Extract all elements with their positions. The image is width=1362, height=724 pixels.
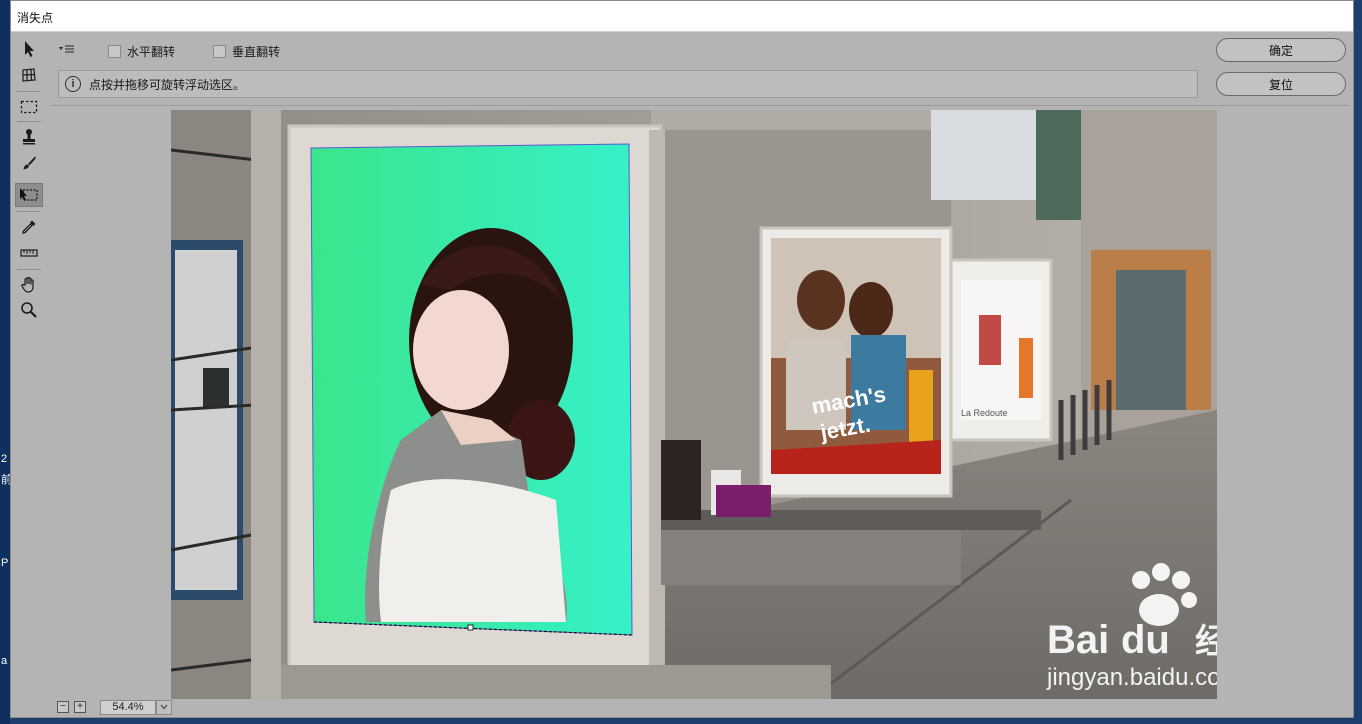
zoom-in-button[interactable]: + — [74, 701, 86, 713]
ok-button[interactable]: 确定 — [1216, 38, 1346, 62]
poster-text: La Redoute — [961, 408, 1008, 418]
eyedropper-icon — [22, 220, 36, 234]
flyout-menu-icon — [59, 45, 74, 53]
chevron-down-icon — [160, 704, 168, 710]
preview-canvas[interactable]: mach's jetzt. La Redoute Bai du 经 jingya… — [50, 105, 1350, 699]
ruler-icon — [20, 249, 38, 257]
tool-separator — [17, 211, 41, 212]
vanishing-point-dialog: 消失点 水平翻转 垂直翻转 i 点按并拖移可旋转浮动选区。 确定 复位 mach… — [10, 0, 1354, 718]
brush-tool[interactable] — [15, 151, 43, 175]
zoom-icon — [21, 302, 37, 318]
hand-tool[interactable] — [15, 273, 43, 297]
desktop-char: 2 — [1, 453, 8, 465]
flip-vertical-option[interactable]: 垂直翻转 — [213, 43, 280, 60]
preview-image[interactable]: mach's jetzt. La Redoute Bai du 经 jingya… — [171, 110, 1217, 699]
watermark-baidu-right: du — [1121, 618, 1170, 662]
marquee-tool[interactable] — [15, 95, 43, 119]
flip-horizontal-checkbox[interactable] — [108, 45, 121, 58]
zoom-level-field[interactable]: 54.4% — [100, 700, 156, 715]
watermark-url: jingyan.baidu.com — [1046, 664, 1217, 691]
edit-plane-tool[interactable] — [15, 37, 43, 61]
eyedropper-tool[interactable] — [15, 215, 43, 239]
desktop-char: a — [1, 655, 8, 667]
grid-plane-icon — [22, 68, 36, 82]
tool-separator — [17, 269, 41, 270]
info-text: 点按并拖移可旋转浮动选区。 — [89, 77, 246, 92]
flip-vertical-checkbox[interactable] — [213, 45, 226, 58]
info-bar: i 点按并拖移可旋转浮动选区。 — [58, 70, 1198, 98]
tool-separator — [17, 121, 41, 122]
stamp-icon — [23, 129, 35, 145]
stamp-tool[interactable] — [15, 125, 43, 149]
tool-panel — [11, 33, 49, 699]
marquee-icon — [20, 100, 38, 114]
measure-tool[interactable] — [15, 241, 43, 265]
zoom-tool[interactable] — [15, 298, 43, 322]
flip-horizontal-label: 水平翻转 — [127, 45, 176, 59]
transform-tool[interactable] — [15, 183, 43, 207]
bus-stop-photo: mach's jetzt. La Redoute Bai du 经 jingya… — [171, 110, 1217, 699]
window-title: 消失点 — [17, 11, 54, 25]
zoom-bar: − + 54.4% — [50, 699, 1350, 717]
options-menu-button[interactable] — [59, 43, 75, 57]
flip-vertical-label: 垂直翻转 — [232, 45, 281, 59]
brush-icon — [23, 156, 36, 170]
reset-button[interactable]: 复位 — [1216, 72, 1346, 96]
hand-icon — [21, 276, 34, 293]
create-plane-tool[interactable] — [15, 63, 43, 87]
info-icon: i — [65, 76, 81, 92]
transform-icon — [20, 188, 38, 201]
watermark-baidu-left: Bai — [1047, 618, 1109, 662]
title-bar[interactable]: 消失点 — [11, 1, 1353, 32]
flip-horizontal-option[interactable]: 水平翻转 — [108, 43, 175, 60]
desktop-char: P — [1, 557, 9, 569]
watermark-jingyan-cn: 经验 — [1195, 622, 1217, 662]
arrow-select-icon — [25, 41, 34, 57]
zoom-dropdown[interactable] — [156, 700, 172, 715]
desktop-background: 2 前 P a — [0, 0, 12, 724]
zoom-out-button[interactable]: − — [57, 701, 69, 713]
tool-separator — [17, 91, 41, 92]
